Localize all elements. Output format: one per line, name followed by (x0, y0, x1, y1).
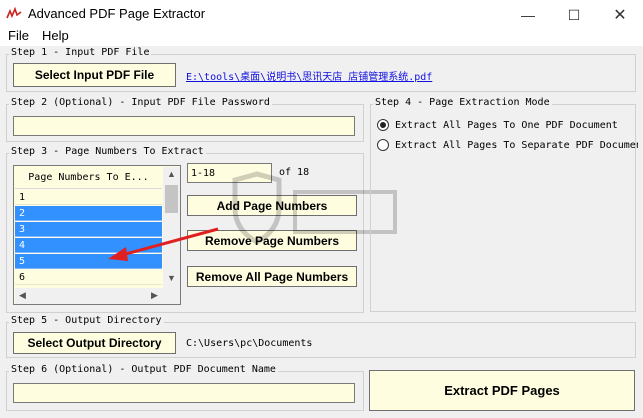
scroll-right-icon[interactable]: ▶ (147, 290, 162, 301)
app-logo-icon (6, 6, 22, 19)
page-numbers-list[interactable]: Page Numbers To E... 1 2 3 4 5 6 ▲ ▼ ◀ ▶ (13, 165, 181, 305)
remove-all-page-numbers-button[interactable]: Remove All Page Numbers (187, 266, 357, 287)
list-item[interactable]: 6 (15, 270, 162, 285)
list-item[interactable]: 1 (15, 190, 162, 205)
remove-page-numbers-button[interactable]: Remove Page Numbers (187, 230, 357, 251)
list-item[interactable]: 5 (15, 254, 162, 269)
list-vertical-scrollbar[interactable]: ▲ ▼ (163, 167, 180, 288)
output-directory-path: C:\Users\pc\Documents (186, 338, 313, 349)
input-file-path-link[interactable]: E:\tools\桌面\说明书\思讯天店 店铺管理系统.pdf (186, 68, 432, 83)
list-column-header[interactable]: Page Numbers To E... (15, 167, 162, 189)
radio-one-pdf-label[interactable]: Extract All Pages To One PDF Document (395, 120, 618, 131)
list-item[interactable]: 3 (15, 222, 162, 237)
list-horizontal-scrollbar[interactable]: ◀ ▶ (15, 288, 163, 304)
list-item[interactable]: 4 (15, 238, 162, 253)
step4-label: Step 4 - Page Extraction Mode (373, 97, 552, 108)
step5-label: Step 5 - Output Directory (9, 315, 164, 326)
scroll-up-icon[interactable]: ▲ (164, 169, 179, 179)
page-range-input[interactable]: 1-18 (187, 163, 272, 183)
extract-pdf-pages-button[interactable]: Extract PDF Pages (369, 370, 635, 411)
add-page-numbers-button[interactable]: Add Page Numbers (187, 195, 357, 216)
password-input[interactable] (13, 116, 355, 136)
menu-file[interactable]: File (8, 28, 29, 43)
step3-label: Step 3 - Page Numbers To Extract (9, 146, 206, 157)
window-title: Advanced PDF Page Extractor (28, 6, 206, 21)
radio-separate-pdf[interactable] (377, 139, 389, 151)
radio-one-pdf[interactable] (377, 119, 389, 131)
list-item[interactable]: 2 (15, 206, 162, 221)
step2-label: Step 2 (Optional) - Input PDF File Passw… (9, 97, 272, 108)
step4-group: Step 4 - Page Extraction Mode (370, 97, 636, 312)
scrollbar-corner (163, 288, 180, 304)
step1-label: Step 1 - Input PDF File (9, 47, 152, 58)
scroll-thumb[interactable] (165, 185, 178, 213)
total-pages-text: of 18 (279, 167, 310, 178)
menu-help[interactable]: Help (42, 28, 69, 43)
radio-separate-pdf-label[interactable]: Extract All Pages To Separate PDF Docume… (395, 140, 638, 151)
menu-bar: File Help (0, 26, 643, 46)
scroll-down-icon[interactable]: ▼ (164, 273, 179, 283)
output-name-input[interactable] (13, 383, 355, 403)
scroll-left-icon[interactable]: ◀ (15, 290, 30, 301)
step6-label: Step 6 (Optional) - Output PDF Document … (9, 364, 278, 375)
select-output-directory-button[interactable]: Select Output Directory (13, 332, 176, 354)
select-input-pdf-button[interactable]: Select Input PDF File (13, 63, 176, 87)
